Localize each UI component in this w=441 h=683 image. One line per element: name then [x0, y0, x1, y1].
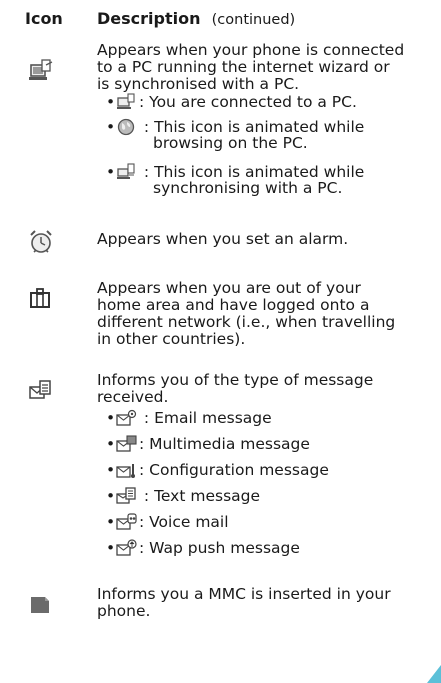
page-corner-tab: [427, 665, 441, 683]
pc-connected-icon: [116, 93, 138, 111]
bullet-text: Configuration message: [149, 461, 329, 479]
message-received-icon: [28, 378, 54, 404]
voice-mail-icon: [116, 513, 138, 531]
bullet-item: •: Configuration message: [106, 461, 329, 479]
description-text: Informs you a MMC is inserted in your ph…: [97, 586, 435, 620]
globe-browsing-icon: [116, 118, 138, 136]
description-line: Informs you of the type of message: [97, 371, 374, 389]
bullet-text-continued: browsing on the PC.: [153, 134, 308, 152]
description-text: Appears when your phone is connected to …: [97, 42, 435, 93]
description-label: Description: [97, 9, 201, 28]
description-text: Appears when you are out of your home ar…: [97, 280, 435, 348]
email-message-icon: [116, 409, 138, 427]
description-column-header: Description (continued): [97, 9, 295, 28]
bullet-item: •: Wap push message: [106, 539, 300, 557]
bullet-text: Multimedia message: [149, 435, 310, 453]
description-line: Appears when you are out of your: [97, 279, 361, 297]
configuration-message-icon: [116, 461, 138, 479]
icon-column-header: Icon: [25, 9, 63, 28]
bullet-text-continued: synchronising with a PC.: [153, 179, 343, 197]
bullet-item: • : Email message: [106, 409, 272, 427]
description-line: to a PC running the internet wizard or: [97, 58, 390, 76]
text-message-icon: [116, 487, 138, 505]
description-line: is synchronised with a PC.: [97, 75, 300, 93]
bullet-item: • : Text message: [106, 487, 261, 505]
roaming-suitcase-icon: [28, 286, 54, 312]
bullet-item: •: Multimedia message: [106, 435, 310, 453]
description-line: received.: [97, 388, 169, 406]
description-line: different network (i.e., when travelling: [97, 313, 396, 331]
pc-sync-icon: [116, 163, 138, 181]
description-line: in other countries).: [97, 330, 246, 348]
bullet-text: Email message: [154, 409, 272, 427]
continued-label: (continued): [211, 12, 296, 28]
description-text: Appears when you set an alarm.: [97, 230, 349, 248]
description-line: Appears when your phone is connected: [97, 41, 405, 59]
description-text: Informs you of the type of message recei…: [97, 372, 435, 406]
bullet-item: •: Voice mail: [106, 513, 229, 531]
memory-card-icon: [28, 592, 54, 618]
description-line: home area and have logged onto a: [97, 296, 370, 314]
description-line: Informs you a MMC is inserted in your: [97, 585, 391, 603]
pc-connection-icon: [28, 58, 54, 84]
alarm-clock-icon: [28, 229, 54, 255]
multimedia-message-icon: [116, 435, 138, 453]
bullet-item: •: You are connected to a PC.: [106, 93, 357, 111]
bullet-text: Text message: [154, 487, 261, 505]
description-line: phone.: [97, 602, 151, 620]
bullet-text: You are connected to a PC.: [149, 93, 357, 111]
wap-push-message-icon: [116, 539, 138, 557]
bullet-text: Wap push message: [149, 539, 300, 557]
table-header: Icon Description (continued): [0, 9, 441, 33]
bullet-text: Voice mail: [149, 513, 229, 531]
